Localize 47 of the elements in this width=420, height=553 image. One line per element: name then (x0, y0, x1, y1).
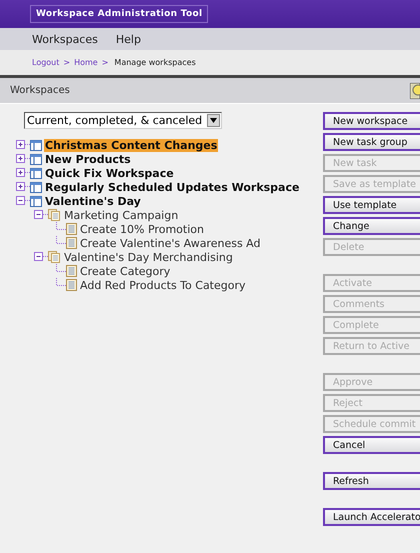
window-icon (30, 168, 42, 178)
tree-item[interactable]: Create Category (79, 264, 172, 278)
expand-toggle-icon[interactable] (34, 252, 48, 262)
expand-toggle-icon[interactable] (16, 196, 30, 206)
action-button[interactable]: Refresh (323, 472, 420, 490)
menu-item[interactable]: Help (116, 32, 141, 46)
tree-item[interactable]: Christmas Content Changes (44, 138, 218, 152)
window-icon (30, 196, 42, 206)
expand-toggle-icon[interactable] (34, 210, 48, 220)
expand-toggle-icon[interactable] (16, 154, 30, 164)
tree-item[interactable]: Create Valentine's Awareness Ad (79, 236, 262, 250)
dropdown-arrow-icon (210, 118, 217, 123)
section-title: Workspaces (10, 85, 70, 96)
action-button[interactable]: Change (323, 217, 420, 235)
tree-item[interactable]: New Products (44, 152, 132, 166)
document-icon (66, 223, 77, 235)
breadcrumb-link[interactable]: Logout (32, 58, 60, 67)
tree-item[interactable]: Marketing Campaign (63, 208, 180, 222)
breadcrumb-current: Manage workspaces (114, 58, 196, 67)
document-icon (66, 279, 77, 291)
filter-dropdown[interactable]: Current, completed, & canceled (24, 112, 222, 129)
expand-toggle-icon[interactable] (16, 140, 30, 150)
window-icon (30, 182, 42, 192)
window-icon (30, 154, 42, 164)
breadcrumb-link[interactable]: Home (74, 58, 98, 67)
breadcrumb-separator: > (63, 58, 70, 67)
documents-icon (48, 209, 61, 221)
window-icon (30, 140, 42, 150)
breadcrumb-separator: > (102, 58, 108, 67)
action-button[interactable]: Use template (323, 196, 420, 214)
documents-icon (48, 251, 61, 263)
tree-item[interactable]: Create 10% Promotion (79, 222, 205, 236)
tree-item[interactable]: Valentine's Day Merchandising (63, 250, 234, 264)
tree-item[interactable]: Quick Fix Workspace (44, 166, 175, 180)
tree-item[interactable]: Add Red Products To Category (79, 278, 247, 292)
tree-item[interactable]: Valentine's Day (44, 194, 142, 208)
menu-item[interactable]: Workspaces (32, 32, 98, 46)
action-button[interactable]: New workspace (323, 112, 420, 130)
action-button[interactable]: Cancel (323, 436, 420, 454)
window-title: Workspace Administration Tool (30, 5, 208, 23)
document-icon (66, 237, 77, 249)
action-button[interactable]: Launch Accelerato (323, 508, 420, 526)
tree-item[interactable]: Regularly Scheduled Updates Workspace (44, 180, 300, 194)
expand-toggle-icon[interactable] (16, 182, 30, 192)
expand-toggle-icon[interactable] (16, 168, 30, 178)
action-button[interactable]: New task group (323, 133, 420, 151)
document-icon (66, 265, 77, 277)
